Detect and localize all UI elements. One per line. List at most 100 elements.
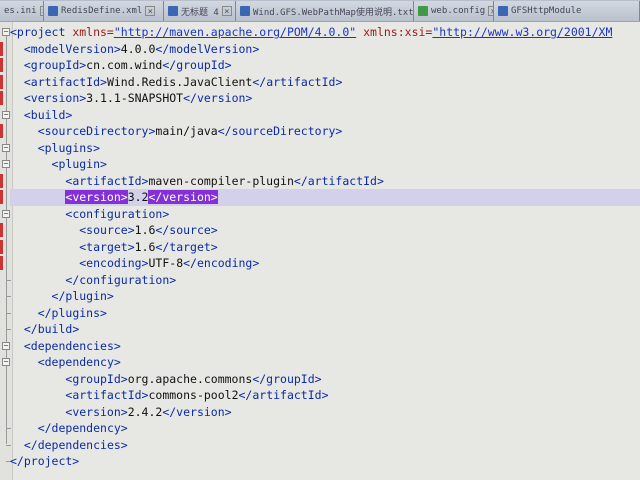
xml-text: main/java [155, 124, 218, 138]
tab-1[interactable]: es.ini× [0, 1, 44, 21]
code-line[interactable]: <build> [10, 107, 640, 124]
code-line[interactable]: <configuration> [10, 206, 640, 223]
code-line[interactable]: <artifactId>commons-pool2</artifactId> [10, 387, 640, 404]
xml-text: maven-compiler-plugin [148, 173, 294, 188]
close-icon[interactable]: × [145, 6, 156, 17]
change-marker [0, 239, 3, 254]
code-line[interactable]: </project> [10, 453, 640, 470]
xml-open-tag: <dependency> [37, 355, 121, 369]
xml-close-tag: </encoding> [183, 256, 260, 270]
xml-open-tag: <configuration> [65, 206, 170, 221]
tab-label: es.ini [4, 6, 37, 16]
xml-text: cn.com.wind [86, 58, 163, 72]
xml-close-tag: </version> [148, 190, 218, 204]
xml-attribute-name: xmlns:xsi= [356, 25, 433, 39]
code-line[interactable]: </plugin> [10, 288, 640, 305]
xml-text: 2.4.2 [127, 404, 163, 419]
text-file-icon [240, 6, 250, 16]
code-line[interactable]: <encoding>UTF-8</encoding> [10, 255, 640, 272]
code-line[interactable]: <artifactId>Wind.Redis.JavaClient</artif… [10, 74, 640, 91]
change-marker [0, 74, 3, 89]
code-line[interactable]: <groupId>org.apache.commons</groupId> [10, 371, 640, 388]
xml-text: org.apache.commons [127, 371, 253, 386]
xml-close-tag: </target> [155, 239, 218, 254]
code-line[interactable]: <dependency> [10, 354, 640, 371]
xml-open-tag: <artifactId> [65, 388, 149, 402]
code-line[interactable]: </dependencies> [10, 437, 640, 454]
xml-open-tag: </dependencies> [23, 437, 128, 452]
code-line[interactable]: </plugins> [10, 305, 640, 322]
tab-2[interactable]: RedisDefine.xml × [44, 1, 164, 21]
code-line[interactable]: </dependency> [10, 420, 640, 437]
xml-open-tag: </dependency> [37, 421, 128, 435]
xml-text: commons-pool2 [148, 388, 239, 402]
code-line[interactable]: <version>3.1.1-SNAPSHOT</version> [10, 90, 640, 107]
change-marker [0, 173, 3, 188]
xml-text: 1.6 [134, 239, 156, 254]
xml-close-tag: </version> [183, 91, 253, 105]
code-area[interactable]: <project xmlns="http://maven.apache.org/… [10, 24, 640, 470]
xml-attribute-value: "http://www.w3.org/2001/XM [432, 25, 613, 39]
fold-toggle-icon[interactable]: − [2, 110, 10, 119]
xml-close-tag: </artifactId> [238, 388, 329, 402]
fold-toggle-icon[interactable]: − [2, 358, 10, 366]
xml-open-tag: <artifactId> [23, 74, 107, 89]
xml-open-tag: <dependencies> [23, 338, 121, 353]
code-line[interactable]: <plugins> [10, 140, 640, 157]
xml-open-tag: </build> [23, 322, 80, 336]
text-file-icon [168, 6, 178, 16]
xml-open-tag: <groupId> [23, 58, 87, 72]
tab-label: 无标题 4 [181, 7, 219, 18]
code-editor[interactable]: − − − − − − − <project xmlns="http://maven.apa… [0, 22, 640, 480]
change-marker [0, 190, 3, 204]
xml-open-tag: </configuration> [65, 272, 177, 287]
code-line[interactable]: <groupId>cn.com.wind</groupId> [10, 57, 640, 74]
tab-label: web.config [431, 6, 486, 16]
code-line[interactable]: <sourceDirectory>main/java</sourceDirect… [10, 123, 640, 140]
tab-3[interactable]: 无标题 4 × [164, 1, 236, 21]
xml-text: 3.1.1-SNAPSHOT [86, 91, 184, 105]
tab-label: Wind.GFS.WebPathMap使用说明.txt [253, 7, 414, 18]
xml-open-tag: <version> [65, 190, 128, 204]
tab-4[interactable]: Wind.GFS.WebPathMap使用说明.txt× [236, 1, 414, 21]
xml-open-tag: <encoding> [79, 256, 149, 270]
change-marker [0, 41, 3, 56]
close-icon[interactable]: × [221, 6, 232, 17]
change-marker [0, 91, 3, 105]
xml-text: 1.6 [134, 223, 156, 237]
fold-toggle-icon[interactable]: − [2, 341, 10, 350]
code-line[interactable]: <source>1.6</source> [10, 222, 640, 239]
fold-toggle-icon[interactable]: − [2, 209, 10, 218]
xml-close-tag: </source> [155, 223, 218, 237]
xml-open-tag: <version> [65, 404, 128, 419]
change-marker [0, 58, 3, 72]
code-line[interactable]: <project xmlns="http://maven.apache.org/… [10, 24, 640, 41]
fold-toggle-icon[interactable]: − [2, 160, 10, 168]
xml-open-tag: <version> [23, 91, 87, 105]
xml-open-tag: </plugins> [37, 305, 107, 320]
xml-open-tag: <sourceDirectory> [37, 124, 156, 138]
code-line[interactable]: <dependencies> [10, 338, 640, 355]
code-line[interactable]: <artifactId>maven-compiler-plugin</artif… [10, 173, 640, 190]
fold-toggle-icon[interactable]: − [2, 28, 10, 36]
fold-toggle-icon[interactable]: − [2, 143, 10, 152]
code-line[interactable]: </build> [10, 321, 640, 338]
xml-attribute-name: xmlns= [65, 25, 114, 39]
code-file-icon [498, 6, 508, 16]
tab-label: RedisDefine.xml [61, 6, 143, 16]
code-line[interactable]: <plugin> [10, 156, 640, 173]
change-marker [0, 124, 3, 138]
code-line[interactable]: <modelVersion>4.0.0</modelVersion> [10, 41, 640, 58]
xml-close-tag: </artifactId> [293, 173, 384, 188]
code-line[interactable]: <version>2.4.2</version> [10, 404, 640, 421]
xml-open-tag: <plugin> [51, 157, 107, 171]
xml-close-tag: </groupId> [252, 371, 322, 386]
xml-text: 4.0.0 [120, 41, 156, 56]
code-line[interactable]: <target>1.6</target> [10, 239, 640, 256]
code-line[interactable]: <version>3.2</version> [10, 189, 640, 206]
tab-5[interactable]: web.config× [414, 1, 494, 21]
tab-6[interactable]: GFSHttpModule [494, 1, 640, 21]
tab-label: GFSHttpModule [511, 6, 582, 16]
code-line[interactable]: </configuration> [10, 272, 640, 289]
xml-open-tag: <target> [79, 239, 135, 254]
